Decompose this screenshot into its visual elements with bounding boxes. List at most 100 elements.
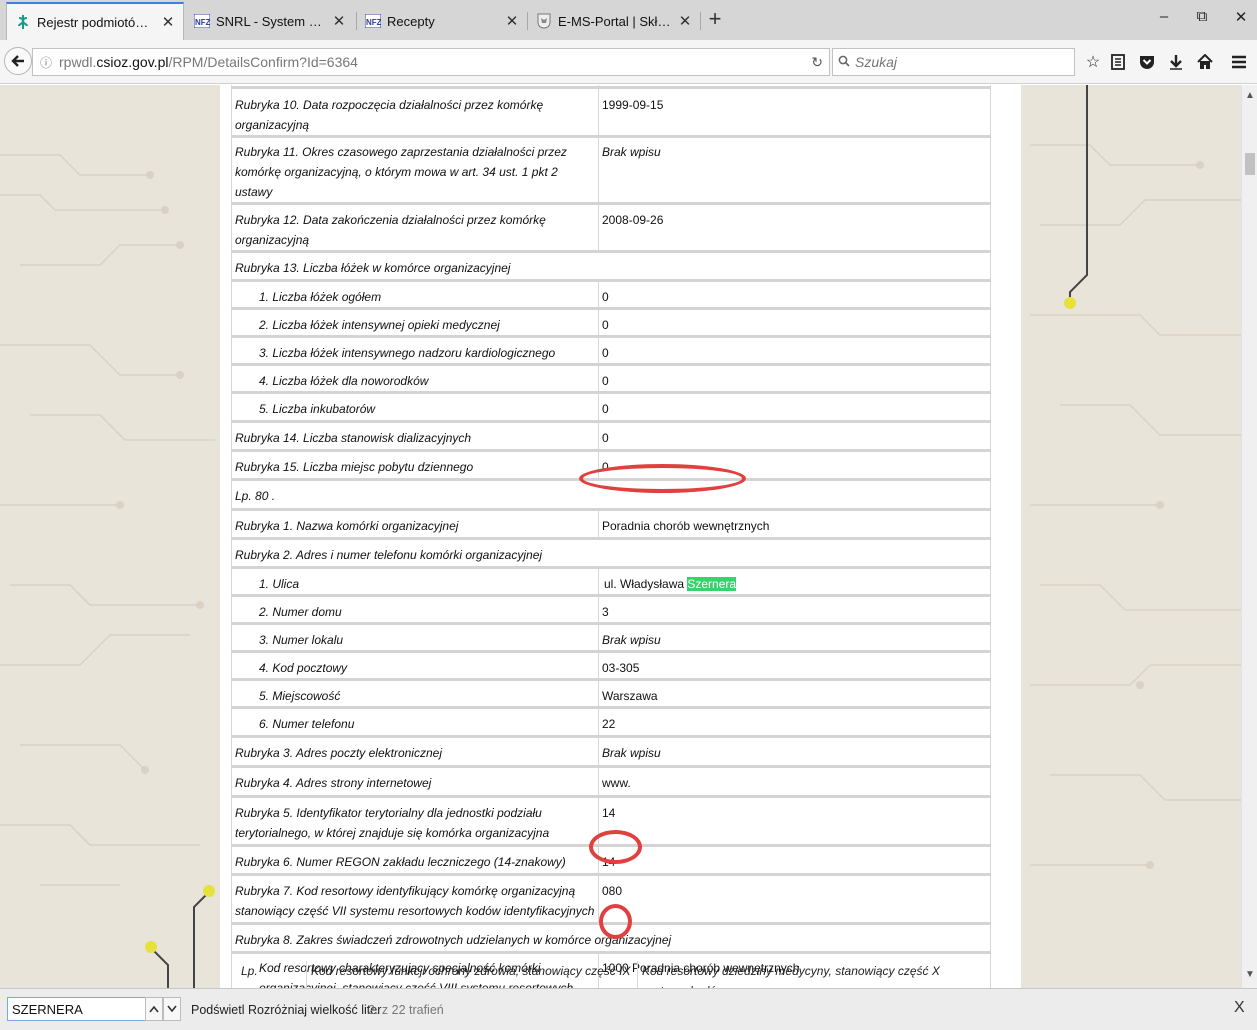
scroll-thumb[interactable] — [1245, 153, 1255, 175]
specialty-codes-table: Lp. Kod resortowy funkcji ochrony zdrowi… — [231, 961, 991, 988]
highlight-all-toggle[interactable]: Podświetl — [191, 1003, 245, 1017]
row-label: Rubryka 11. Okres czasowego zaprzestania… — [231, 136, 599, 205]
back-button[interactable] — [4, 47, 32, 75]
row-value: Brak wpisu — [598, 136, 991, 205]
search-match-highlight: Szernera — [687, 576, 737, 591]
row-label: 5. Miejscowość — [231, 679, 599, 709]
table-row: 6. Numer telefonu 22 — [231, 707, 991, 738]
column-header-lp: Lp. — [231, 961, 307, 988]
column-header-function-code: Kod resortowy funkcji ochrony zdrowia, s… — [306, 961, 638, 988]
row-label: 3. Numer lokalu — [231, 623, 599, 653]
table-row: 4. Liczba łóżek dla noworodków 0 — [231, 364, 991, 394]
row-label: 2. Liczba łóżek intensywnej opieki medyc… — [231, 308, 599, 338]
row-value: 1999-09-15 — [598, 87, 991, 138]
row-value: 22 — [598, 707, 991, 738]
row-label: Rubryka 12. Data zakończenia działalnośc… — [231, 203, 599, 253]
row-label: Rubryka 7. Kod resortowy identyfikujący … — [231, 874, 599, 925]
column-header-medicine-code: Kod resortowy dziedziny medycyny, stanow… — [637, 961, 991, 988]
reload-icon[interactable]: ↻ — [811, 54, 823, 71]
close-tab-icon[interactable]: ✕ — [678, 12, 692, 30]
minimize-button[interactable]: – — [1150, 8, 1178, 25]
table-row: Rubryka 10. Data rozpoczęcia działalnośc… — [231, 87, 991, 138]
close-tab-icon[interactable]: ✕ — [161, 13, 175, 31]
close-tab-icon[interactable]: ✕ — [505, 12, 519, 30]
find-next-button[interactable] — [163, 997, 181, 1021]
table-row: 1. Ulica ul. Władysława Szernera — [231, 567, 991, 597]
row-label: Rubryka 3. Adres poczty elektronicznej — [231, 736, 599, 768]
svg-text:NFZ: NFZ — [366, 18, 381, 27]
row-value: 0 — [598, 308, 991, 338]
tab-label: SNRL - System Numerowa... — [216, 13, 326, 29]
row-value: 080 — [598, 874, 991, 925]
table-row: 5. Liczba inkubatorów 0 — [231, 392, 991, 423]
table-row: 3. Liczba łóżek intensywnego nadzoru kar… — [231, 336, 991, 366]
address-bar[interactable]: ⓘ rpwdl.csioz.gov.pl/RPM/DetailsConfirm?… — [32, 48, 830, 76]
tab-label: Rejestr podmiotów wykon... — [37, 14, 155, 30]
table-row: Rubryka 3. Adres poczty elektronicznej Br… — [231, 736, 991, 768]
annotation-circle-unit-name — [579, 464, 746, 493]
scroll-up-arrow-icon[interactable]: ▲ — [1242, 90, 1257, 101]
tab-rejestr[interactable]: Rejestr podmiotów wykon... ✕ — [6, 2, 184, 40]
table-row: Rubryka 1. Nazwa komórki organizacyjnej P… — [231, 509, 991, 540]
find-previous-button[interactable] — [145, 997, 163, 1021]
menu-icon[interactable] — [1228, 51, 1250, 73]
row-label: 4. Kod pocztowy — [231, 651, 599, 681]
find-input[interactable] — [7, 997, 146, 1021]
eagle-emblem-icon — [536, 13, 552, 29]
close-tab-icon[interactable]: ✕ — [332, 12, 346, 30]
search-input[interactable] — [855, 54, 1055, 70]
info-icon[interactable]: ⓘ — [35, 54, 57, 71]
row-label: 2. Numer domu — [231, 595, 599, 625]
nfz-icon: NFZ — [365, 13, 381, 29]
table-row: Rubryka 14. Liczba stanowisk dializacyjn… — [231, 421, 991, 452]
scroll-down-arrow-icon[interactable]: ▼ — [1242, 969, 1257, 980]
table-row: Rubryka 4. Adres strony internetowej www. — [231, 766, 991, 798]
caduceus-icon — [15, 14, 31, 30]
table-row: 4. Kod pocztowy 03-305 — [231, 651, 991, 681]
vertical-scrollbar[interactable]: ▲ ▼ — [1241, 85, 1257, 988]
home-icon[interactable] — [1194, 51, 1216, 73]
find-match-count: 2. z 22 trafień — [368, 1003, 444, 1017]
row-value: 0 — [598, 336, 991, 366]
registry-details-panel: Rubryka 10. Data rozpoczęcia działalnośc… — [220, 85, 1021, 988]
search-box[interactable] — [832, 48, 1075, 76]
close-window-button[interactable]: ✕ — [1227, 8, 1255, 26]
new-tab-button[interactable]: + — [704, 6, 726, 32]
table-row: Rubryka 12. Data zakończenia działalnośc… — [231, 203, 991, 253]
tab-recepty[interactable]: NFZ Recepty ✕ — [357, 2, 527, 40]
tab-snrl[interactable]: NFZ SNRL - System Numerowa... ✕ — [186, 2, 354, 40]
row-label: 5. Liczba inkubatorów — [231, 392, 599, 423]
row-value: 0 — [598, 364, 991, 394]
table-row: Rubryka 11. Okres czasowego zaprzestania… — [231, 136, 991, 205]
row-value: ul. Władysława Szernera — [598, 567, 991, 597]
row-value: Brak wpisu — [598, 736, 991, 768]
row-label: 4. Liczba łóżek dla noworodków — [231, 364, 599, 394]
annotation-circle-specialty-code — [599, 904, 632, 939]
svg-text:NFZ: NFZ — [195, 18, 210, 27]
row-value: 03-305 — [598, 651, 991, 681]
row-value: Poradnia chorób wewnętrznych — [598, 509, 991, 540]
table-row: 2. Liczba łóżek intensywnej opieki medyc… — [231, 308, 991, 338]
match-case-toggle[interactable]: Rozróżniaj wielkość liter — [248, 1003, 381, 1017]
row-value: Warszawa — [598, 679, 991, 709]
row-label: Rubryka 1. Nazwa komórki organizacyjnej — [231, 509, 599, 540]
back-arrow-icon — [11, 55, 24, 67]
row-value: 14 — [598, 845, 991, 876]
table-row: 5. Miejscowość Warszawa — [231, 679, 991, 709]
row-value: 2008-09-26 — [598, 203, 991, 253]
reading-list-icon[interactable] — [1107, 51, 1129, 73]
page-viewport: Rubryka 10. Data rozpoczęcia działalnośc… — [0, 85, 1241, 988]
tab-strip: Rejestr podmiotów wykon... ✕ NFZ SNRL - … — [0, 0, 1257, 40]
table-header-row: Lp. Kod resortowy funkcji ochrony zdrowi… — [231, 961, 991, 988]
close-find-bar-button[interactable]: X — [1234, 999, 1245, 1017]
row-value: www. — [598, 766, 991, 798]
bookmark-star-icon[interactable]: ☆ — [1082, 51, 1104, 73]
download-icon[interactable] — [1165, 51, 1187, 73]
chevron-up-icon — [149, 1005, 159, 1013]
restore-button[interactable]: ⧉ — [1188, 8, 1216, 25]
tab-ems-portal[interactable]: E-MS-Portal | Składanie w... ✕ — [528, 2, 700, 40]
pocket-icon[interactable] — [1136, 51, 1158, 73]
section-heading: Rubryka 13. Liczba łóżek w komórce organ… — [231, 251, 991, 282]
nfz-icon: NFZ — [194, 13, 210, 29]
address-text: rpwdl.csioz.gov.pl/RPM/DetailsConfirm?Id… — [59, 54, 358, 70]
